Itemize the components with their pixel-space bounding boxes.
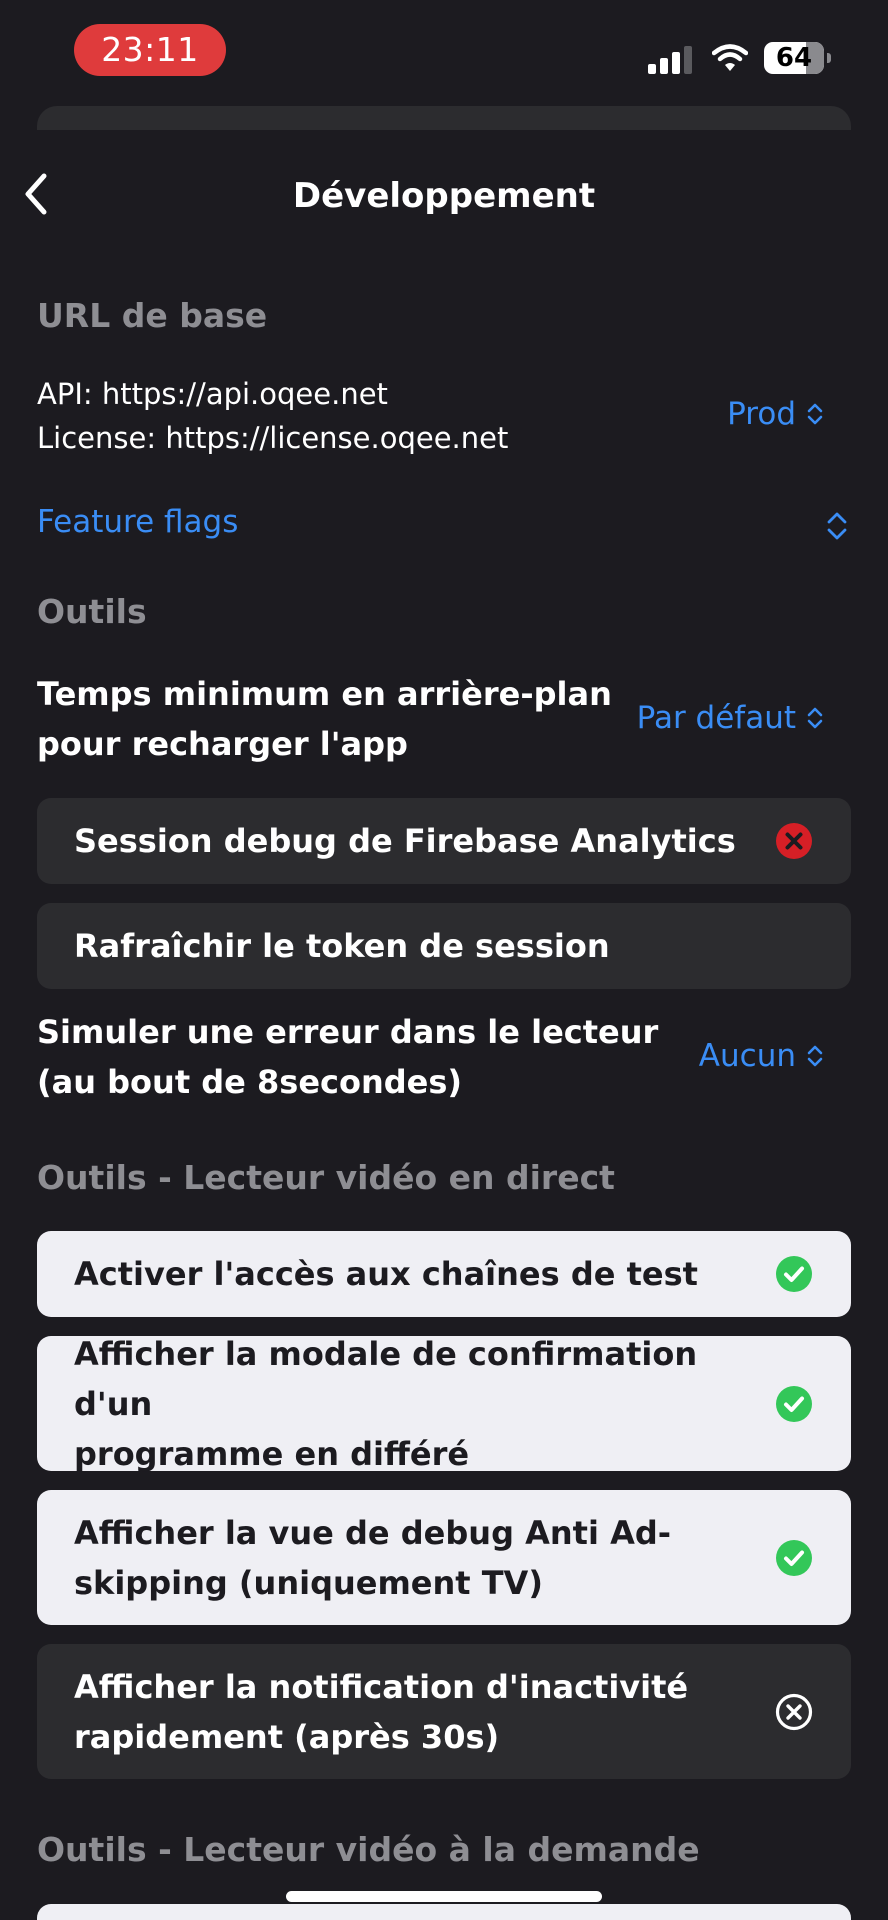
api-url-text: API: https://api.oqee.net bbox=[37, 377, 388, 411]
inactivity-notification-label-line1: Afficher la notification d'inactivité bbox=[74, 1667, 689, 1706]
deferred-program-modal-label-line1: Afficher la modale de confirmation d'un bbox=[74, 1334, 698, 1423]
section-header-tools: Outils bbox=[37, 592, 147, 631]
previous-card-edge bbox=[37, 106, 851, 130]
firebase-debug-label: Session debug de Firebase Analytics bbox=[74, 822, 736, 860]
deferred-program-modal-label: Afficher la modale de confirmation d'un … bbox=[74, 1329, 741, 1479]
section-header-base-url: URL de base bbox=[37, 296, 268, 335]
feature-flags-chevron-up-down-icon[interactable] bbox=[826, 510, 847, 540]
enabled-checkmark-icon bbox=[775, 1385, 813, 1423]
test-channels-toggle[interactable]: Activer l'accès aux chaînes de test bbox=[37, 1231, 851, 1317]
page-title: Développement bbox=[292, 176, 596, 216]
deferred-program-modal-toggle[interactable]: Afficher la modale de confirmation d'un … bbox=[37, 1335, 851, 1473]
simulate-error-label-line1: Simuler une erreur dans le lecteur bbox=[37, 1013, 659, 1051]
simulate-error-picker-value: Aucun bbox=[698, 1038, 796, 1074]
refresh-token-label: Rafraîchir le token de session bbox=[74, 927, 610, 965]
chevron-up-down-icon bbox=[806, 705, 824, 731]
refresh-token-button[interactable]: Rafraîchir le token de session bbox=[37, 903, 851, 989]
disabled-x-circle-outline-icon bbox=[775, 1693, 813, 1731]
anti-ad-skipping-debug-toggle[interactable]: Afficher la vue de debug Anti Ad- skippi… bbox=[37, 1490, 851, 1625]
chevron-left-icon bbox=[25, 173, 47, 215]
battery-level: 64 bbox=[775, 43, 813, 73]
min-background-picker[interactable]: Par défaut bbox=[637, 700, 824, 736]
inactivity-notification-label: Afficher la notification d'inactivité ra… bbox=[74, 1662, 688, 1762]
min-background-picker-value: Par défaut bbox=[636, 700, 796, 736]
next-card-edge bbox=[37, 1904, 851, 1920]
test-channels-label: Activer l'accès aux chaînes de test bbox=[74, 1255, 698, 1293]
deferred-program-modal-label-line2: programme en différé bbox=[74, 1434, 470, 1473]
section-header-live-player: Outils - Lecteur vidéo en direct bbox=[37, 1158, 615, 1197]
disabled-x-circle-icon bbox=[775, 822, 813, 860]
anti-ad-skipping-debug-label-line2: skipping (uniquement TV) bbox=[74, 1563, 543, 1602]
back-button[interactable] bbox=[14, 166, 64, 222]
environment-picker-value: Prod bbox=[727, 396, 796, 432]
inactivity-notification-label-line2: rapidement (après 30s) bbox=[74, 1717, 500, 1756]
status-time: 23:11 bbox=[74, 24, 226, 76]
chevron-up-down-icon bbox=[806, 1043, 824, 1069]
cellular-signal-icon bbox=[648, 44, 694, 74]
enabled-checkmark-icon bbox=[775, 1539, 813, 1577]
enabled-checkmark-icon bbox=[775, 1255, 813, 1293]
battery-indicator: 64 bbox=[764, 42, 831, 74]
min-background-label-line2: pour recharger l'app bbox=[37, 725, 408, 763]
simulate-error-picker[interactable]: Aucun bbox=[699, 1038, 824, 1074]
section-header-vod-player: Outils - Lecteur vidéo à la demande bbox=[37, 1830, 700, 1869]
anti-ad-skipping-debug-label-line1: Afficher la vue de debug Anti Ad- bbox=[74, 1513, 672, 1552]
wifi-icon bbox=[711, 44, 749, 72]
chevron-up-down-icon bbox=[806, 401, 824, 427]
license-url-text: License: https://license.oqee.net bbox=[37, 421, 509, 455]
firebase-debug-toggle[interactable]: Session debug de Firebase Analytics bbox=[37, 798, 851, 884]
simulate-error-label-line2: (au bout de 8secondes) bbox=[37, 1063, 463, 1101]
home-indicator[interactable] bbox=[286, 1891, 602, 1902]
anti-ad-skipping-debug-label: Afficher la vue de debug Anti Ad- skippi… bbox=[74, 1508, 671, 1608]
inactivity-notification-toggle[interactable]: Afficher la notification d'inactivité ra… bbox=[37, 1644, 851, 1779]
min-background-label-line1: Temps minimum en arrière-plan bbox=[37, 675, 612, 713]
environment-picker[interactable]: Prod bbox=[727, 396, 824, 432]
feature-flags-row[interactable]: Feature flags bbox=[37, 504, 238, 540]
